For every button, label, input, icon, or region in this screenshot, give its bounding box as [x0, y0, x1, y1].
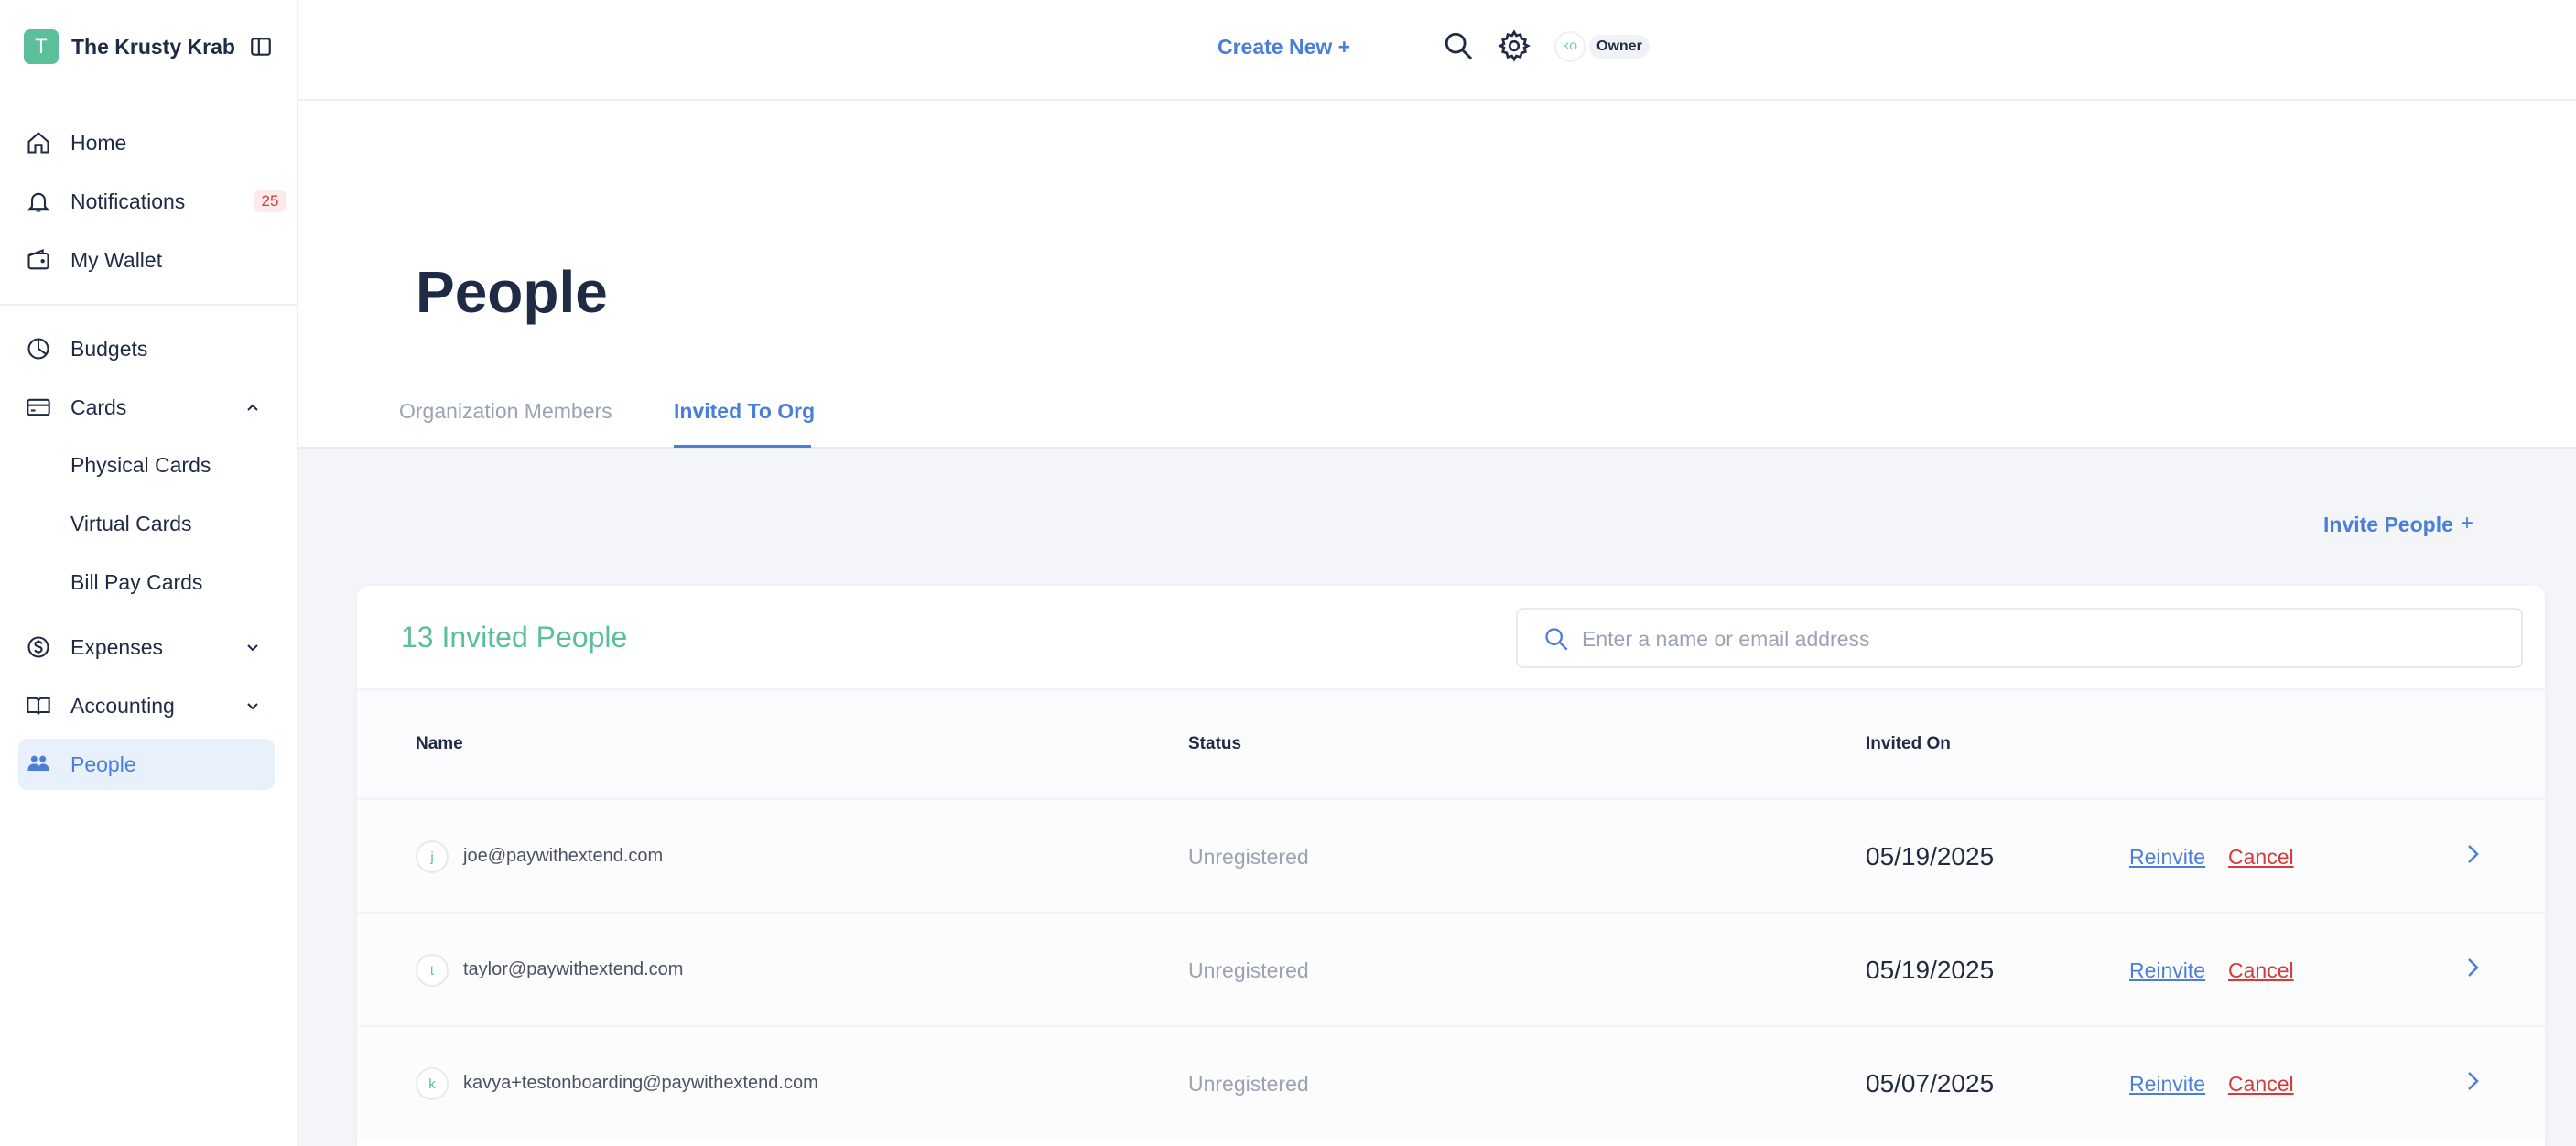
invitee-status: Unregistered — [1188, 1072, 1309, 1096]
chevron-down-icon[interactable] — [244, 638, 262, 656]
column-header-name[interactable]: Name — [416, 734, 463, 754]
table-row[interactable]: k kavya+testonboarding@paywithextend.com… — [357, 1025, 2545, 1139]
sidebar-item-label: Notifications — [70, 189, 186, 213]
search-icon[interactable] — [1443, 30, 1474, 61]
active-tab-indicator — [674, 445, 811, 448]
tab-organization-members[interactable]: Organization Members — [399, 399, 612, 424]
sidebar-item-people[interactable]: People — [18, 739, 275, 790]
create-new-button[interactable]: Create New + — [1218, 35, 1350, 59]
people-icon — [27, 755, 49, 771]
chevron-right-icon[interactable] — [2464, 1067, 2483, 1095]
reinvite-link[interactable]: Reinvite — [2129, 958, 2205, 983]
wallet-icon — [27, 248, 49, 270]
invited-search-input[interactable] — [1582, 622, 2479, 655]
sidebar-divider — [0, 304, 298, 306]
chevron-down-icon[interactable] — [244, 697, 262, 715]
reinvite-link[interactable]: Reinvite — [2129, 845, 2205, 870]
notification-count-badge: 25 — [254, 190, 286, 212]
column-header-invited-on[interactable]: Invited On — [1866, 734, 1951, 754]
search-icon — [1545, 628, 1568, 651]
org-name: The Krusty Krab — [71, 34, 235, 59]
sidebar-item-label: Cards — [70, 395, 127, 419]
invited-date: 05/07/2025 — [1866, 1069, 1995, 1097]
org-avatar: T — [24, 29, 59, 64]
column-header-status[interactable]: Status — [1188, 734, 1241, 754]
invited-people-card: 13 Invited People Name Status Invited On… — [357, 586, 2545, 1146]
table-row[interactable]: j joe@paywithextend.com Unregistered 05/… — [357, 798, 2545, 912]
invited-date: 05/19/2025 — [1866, 956, 1995, 984]
sidebar-item-notifications[interactable]: Notifications 25 — [18, 176, 286, 227]
role-badge: Owner — [1589, 35, 1650, 59]
sidebar-item-label: Expenses — [70, 634, 164, 659]
invite-people-button[interactable]: Invite People — [2323, 513, 2453, 537]
sidebar-item-label: Budgets — [70, 336, 148, 361]
table-row[interactable]: t taylor@paywithextend.com Unregistered … — [357, 912, 2545, 1025]
reinvite-link[interactable]: Reinvite — [2129, 1072, 2205, 1097]
credit-card-icon — [27, 398, 50, 416]
sidebar-item-label: Accounting — [70, 693, 175, 718]
avatar: t — [416, 954, 449, 987]
sidebar-item-wallet[interactable]: My Wallet — [18, 234, 275, 286]
invited-count-title: 13 Invited People — [401, 621, 628, 654]
sidebar-item-physical-cards[interactable]: Physical Cards — [70, 453, 211, 478]
cancel-link[interactable]: Cancel — [2228, 958, 2294, 983]
sidebar-item-expenses[interactable]: Expenses — [18, 622, 275, 673]
invitee-status: Unregistered — [1188, 845, 1309, 869]
gear-icon[interactable] — [1498, 29, 1531, 62]
home-icon — [27, 132, 49, 154]
dollar-circle-icon — [27, 636, 49, 658]
org-switcher[interactable]: T The Krusty Krab — [24, 29, 273, 64]
sidebar-item-label: My Wallet — [70, 247, 163, 272]
user-avatar[interactable]: KO — [1554, 31, 1586, 62]
plus-icon[interactable]: + — [2461, 511, 2473, 536]
chevron-right-icon[interactable] — [2464, 954, 2483, 981]
table-header: Name Status Invited On — [357, 688, 2545, 798]
sidebar-item-accounting[interactable]: Accounting — [18, 680, 275, 731]
sidebar-item-label: People — [70, 751, 136, 776]
invitee-email: taylor@paywithextend.com — [463, 959, 684, 979]
sidebar-item-cards[interactable]: Cards — [18, 382, 275, 433]
top-bar: Create New + KO Owner — [298, 0, 2576, 101]
avatar: j — [416, 840, 449, 873]
avatar: k — [416, 1067, 449, 1100]
sidebar-collapse-icon[interactable] — [249, 35, 273, 59]
sidebar-item-home[interactable]: Home — [18, 117, 275, 168]
book-icon — [27, 697, 50, 715]
bell-icon — [27, 192, 49, 212]
cancel-link[interactable]: Cancel — [2228, 845, 2294, 870]
chevron-right-icon[interactable] — [2464, 840, 2483, 868]
sidebar: T The Krusty Krab Home Notifications 25 … — [0, 0, 298, 1146]
pie-chart-icon — [27, 338, 49, 360]
invited-date: 05/19/2025 — [1866, 842, 1995, 870]
invitee-status: Unregistered — [1188, 958, 1309, 982]
invitee-email: kavya+testonboarding@paywithextend.com — [463, 1073, 818, 1093]
chevron-up-icon[interactable] — [244, 398, 262, 416]
page-title: People — [416, 259, 608, 325]
sidebar-item-bill-pay-cards[interactable]: Bill Pay Cards — [70, 570, 202, 595]
tab-invited-to-org[interactable]: Invited To Org — [674, 399, 815, 424]
sidebar-item-virtual-cards[interactable]: Virtual Cards — [70, 512, 192, 536]
sidebar-item-label: Home — [70, 130, 127, 155]
sidebar-item-budgets[interactable]: Budgets — [18, 323, 275, 374]
invited-search-box — [1516, 608, 2523, 668]
invitee-email: joe@paywithextend.com — [463, 846, 664, 866]
cancel-link[interactable]: Cancel — [2228, 1072, 2294, 1097]
page-header: People Organization Members Invited To O… — [298, 101, 2576, 449]
